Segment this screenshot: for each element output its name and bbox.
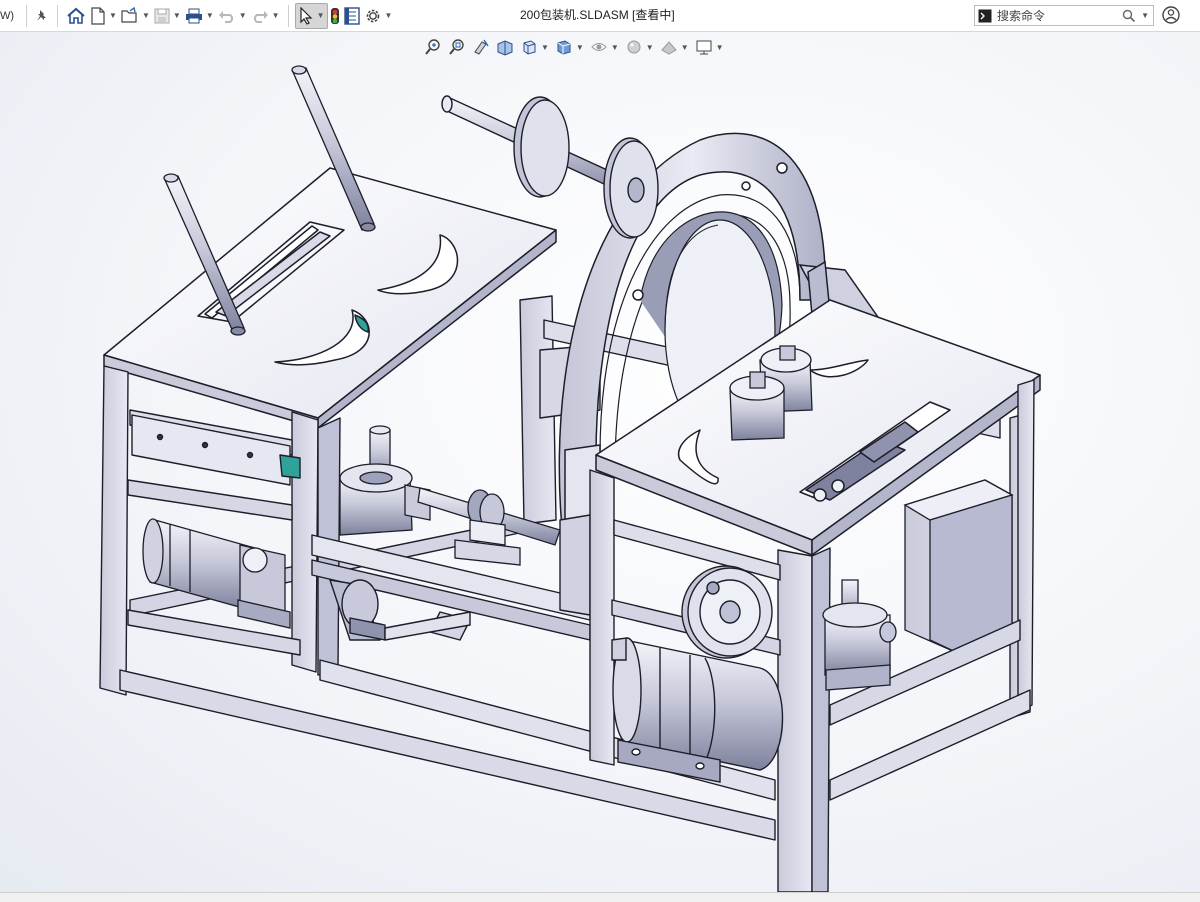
view-orientation-icon[interactable]: ▼	[518, 37, 551, 57]
file-properties-button[interactable]	[342, 3, 362, 29]
right-motor-cylinder	[611, 637, 784, 783]
search-commands-box[interactable]: ▼	[974, 5, 1154, 26]
chevron-down-icon[interactable]: ▼	[317, 11, 325, 20]
home-button[interactable]	[64, 3, 88, 29]
edit-appearance-icon[interactable]: ▼	[623, 37, 656, 57]
settings-gear-icon	[364, 7, 382, 25]
right-motor-box	[903, 479, 1014, 656]
home-icon	[66, 7, 86, 25]
undo-icon	[218, 9, 236, 23]
select-button[interactable]: ▼	[294, 2, 328, 29]
open-folder-icon	[121, 6, 139, 25]
file-properties-icon	[343, 6, 360, 25]
options-button[interactable]: ▼	[362, 3, 395, 29]
command-prompt-icon	[975, 9, 995, 23]
chevron-down-icon[interactable]: ▼	[646, 43, 654, 52]
section-view-icon[interactable]	[494, 37, 516, 57]
rebuild-button[interactable]	[328, 3, 342, 29]
search-icon[interactable]	[1120, 9, 1138, 23]
left-table	[103, 167, 557, 429]
apply-scene-icon[interactable]: ▼	[658, 37, 691, 57]
chevron-down-icon[interactable]: ▼	[239, 11, 247, 20]
help-area	[1160, 4, 1182, 26]
toolbar-separator	[26, 4, 28, 27]
heads-up-view-toolbar: ▼ ▼ ▼ ▼ ▼ ▼	[422, 36, 726, 58]
undo-button[interactable]: ▼	[216, 3, 249, 29]
chevron-down-icon[interactable]: ▼	[385, 11, 393, 20]
pin-button[interactable]	[33, 3, 51, 29]
chevron-down-icon[interactable]: ▼	[541, 43, 549, 52]
title-bar: W) ▼ ▼ ▼ ▼ ▼ ▼ ▼ ▼ 200包装机.SLDASM [查看中] 搜…	[0, 0, 1200, 32]
handwheel	[681, 565, 773, 659]
toolbar-separator	[57, 4, 59, 27]
new-document-icon	[90, 6, 106, 25]
open-button[interactable]: ▼	[119, 3, 152, 29]
hide-show-items-icon[interactable]: ▼	[588, 37, 621, 57]
redo-icon	[251, 9, 269, 23]
previous-view-icon[interactable]	[470, 37, 492, 57]
chevron-down-icon[interactable]: ▼	[1141, 11, 1153, 20]
pin-icon	[35, 9, 49, 23]
menu-stub[interactable]: W)	[0, 10, 20, 22]
right-gearbox	[822, 579, 897, 691]
chevron-down-icon[interactable]: ▼	[716, 43, 724, 52]
chevron-down-icon[interactable]: ▼	[142, 11, 150, 20]
document-title: 200包装机.SLDASM [查看中]	[520, 8, 675, 22]
search-input[interactable]	[995, 8, 1121, 23]
zoom-to-area-icon[interactable]	[446, 37, 468, 57]
zoom-to-fit-icon[interactable]	[422, 37, 444, 57]
assembly-model[interactable]	[0, 32, 1200, 892]
chevron-down-icon[interactable]: ▼	[206, 11, 214, 20]
print-icon	[185, 8, 203, 24]
redo-button[interactable]: ▼	[249, 3, 282, 29]
chevron-down-icon[interactable]: ▼	[272, 11, 280, 20]
save-icon	[154, 8, 170, 24]
help-icon[interactable]	[1160, 4, 1182, 26]
display-style-icon[interactable]: ▼	[553, 37, 586, 57]
left-motor	[142, 518, 291, 629]
chevron-down-icon[interactable]: ▼	[611, 43, 619, 52]
chevron-down-icon[interactable]: ▼	[681, 43, 689, 52]
select-pointer-icon	[298, 6, 314, 25]
left-frame-legs	[99, 365, 341, 696]
print-button[interactable]: ▼	[183, 3, 216, 29]
view-settings-icon[interactable]: ▼	[693, 37, 726, 57]
chevron-down-icon[interactable]: ▼	[109, 11, 117, 20]
chevron-down-icon[interactable]: ▼	[173, 11, 181, 20]
save-button[interactable]: ▼	[152, 3, 183, 29]
graphics-area[interactable]	[0, 32, 1200, 892]
traffic-light-icon	[330, 7, 340, 25]
new-document-button[interactable]: ▼	[88, 3, 119, 29]
toolbar-separator	[287, 4, 289, 27]
chevron-down-icon[interactable]: ▼	[576, 43, 584, 52]
quick-access-toolbar: W) ▼ ▼ ▼ ▼ ▼ ▼ ▼ ▼	[0, 0, 394, 31]
